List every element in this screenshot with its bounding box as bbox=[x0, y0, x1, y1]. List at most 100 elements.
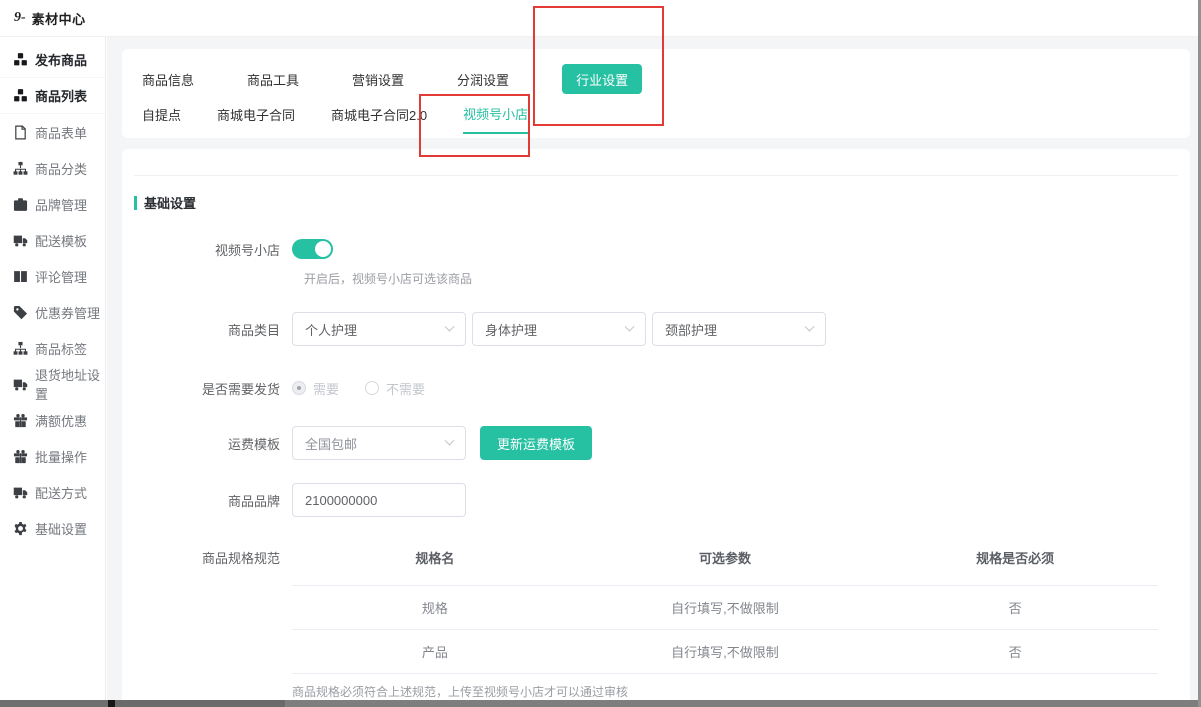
sidebar-item-label: 批量操作 bbox=[35, 447, 87, 466]
sidebar-item-full-discount[interactable]: 满额优惠 bbox=[0, 402, 105, 438]
brand-input[interactable] bbox=[292, 483, 466, 517]
basic-settings-form: 视频号小店 开启后，视频号小店可选该商品 商品类目 个人护理 身体护理 颈部护理 bbox=[122, 238, 1190, 700]
category-label: 商品类目 bbox=[122, 320, 292, 339]
tab-row-primary: 商品信息 商品工具 营销设置 分润设置 行业设置 bbox=[142, 63, 1190, 95]
video-shop-label: 视频号小店 bbox=[122, 240, 292, 259]
sidebar-item-delivery-template[interactable]: 配送模板 bbox=[0, 222, 105, 258]
sidebar-item-goods-list[interactable]: 商品列表 bbox=[0, 78, 105, 114]
boxes-icon bbox=[13, 88, 28, 103]
freight-select[interactable]: 全国包邮 bbox=[292, 426, 466, 460]
category-select-value: 身体护理 bbox=[485, 320, 537, 339]
spec-table-header-row: 规格名 可选参数 规格是否必须 bbox=[292, 540, 1158, 586]
sidebar-item-batch-operation[interactable]: 批量操作 bbox=[0, 438, 105, 474]
spec-cell: 否 bbox=[872, 630, 1158, 674]
truck-icon bbox=[13, 377, 28, 392]
app-logo-icon: 9- bbox=[14, 10, 26, 26]
category-select-level2[interactable]: 身体护理 bbox=[472, 312, 646, 346]
book-icon bbox=[13, 269, 28, 284]
sidebar-item-label: 商品表单 bbox=[35, 123, 87, 142]
section-accent-bar bbox=[134, 196, 137, 210]
tag-icon bbox=[13, 305, 28, 320]
category-select-level3[interactable]: 颈部护理 bbox=[652, 312, 826, 346]
freight-row: 运费模板 全国包邮 更新运费模板 bbox=[122, 426, 1190, 460]
app-title: 素材中心 bbox=[32, 9, 86, 28]
tab-goods-tools[interactable]: 商品工具 bbox=[247, 70, 299, 89]
sidebar-item-goods-tag[interactable]: 商品标签 bbox=[0, 330, 105, 366]
spec-table: 规格名 可选参数 规格是否必须 规格 自行填写,不做限制 否 bbox=[292, 540, 1158, 673]
update-freight-button[interactable]: 更新运费模板 bbox=[480, 426, 592, 460]
sidebar-item-label: 配送模板 bbox=[35, 231, 87, 250]
radio-need-no[interactable]: 不需要 bbox=[365, 379, 425, 398]
sidebar-item-basic-settings[interactable]: 基础设置 bbox=[0, 510, 105, 546]
sidebar-item-label: 商品标签 bbox=[35, 339, 87, 358]
top-header: 9- 素材中心 bbox=[0, 0, 1201, 37]
tab-video-shop[interactable]: 视频号小店 bbox=[463, 104, 528, 134]
sidebar-item-label: 商品列表 bbox=[35, 86, 87, 105]
sidebar-item-comment-manage[interactable]: 评论管理 bbox=[0, 258, 105, 294]
sidebar-item-label: 满额优惠 bbox=[35, 411, 87, 430]
spec-note: 商品规格必须符合上述规范，上传至视频号小店才可以通过审核 bbox=[292, 673, 1158, 700]
table-row: 产品 自行填写,不做限制 否 bbox=[292, 630, 1158, 674]
chevron-down-icon bbox=[625, 321, 635, 331]
radio-label: 不需要 bbox=[386, 379, 425, 398]
tab-pickup-point[interactable]: 自提点 bbox=[142, 105, 181, 133]
video-shop-help: 开启后，视频号小店可选该商品 bbox=[122, 270, 1190, 287]
spec-label: 商品规格规范 bbox=[122, 540, 292, 567]
settings-card: 基础设置 视频号小店 开启后，视频号小店可选该商品 商品类目 个人护理 身体护理 bbox=[122, 149, 1190, 700]
sidebar-item-label: 优惠券管理 bbox=[35, 303, 100, 322]
sidebar-item-label: 商品分类 bbox=[35, 159, 87, 178]
sidebar-item-publish-goods[interactable]: 发布商品 bbox=[0, 42, 105, 78]
table-row: 规格 自行填写,不做限制 否 bbox=[292, 586, 1158, 630]
tab-marketing-settings[interactable]: 营销设置 bbox=[352, 70, 404, 89]
spec-cell: 自行填写,不做限制 bbox=[578, 630, 872, 674]
sitemap-icon bbox=[13, 161, 28, 176]
file-icon bbox=[13, 125, 28, 140]
sidebar-item-brand-manage[interactable]: 品牌管理 bbox=[0, 186, 105, 222]
section-title-text: 基础设置 bbox=[144, 193, 196, 212]
sidebar-item-label: 配送方式 bbox=[35, 483, 87, 502]
spec-col-required: 规格是否必须 bbox=[872, 540, 1158, 586]
sidebar-item-delivery-method[interactable]: 配送方式 bbox=[0, 474, 105, 510]
section-title: 基础设置 bbox=[134, 193, 1190, 212]
freight-label: 运费模板 bbox=[122, 434, 292, 453]
spec-cell: 规格 bbox=[292, 586, 578, 630]
chevron-down-icon bbox=[445, 435, 455, 445]
sidebar-item-label: 退货地址设置 bbox=[35, 365, 105, 403]
tab-goods-info[interactable]: 商品信息 bbox=[142, 70, 194, 89]
sidebar-item-label: 品牌管理 bbox=[35, 195, 87, 214]
tab-row-secondary: 自提点 商城电子合同 商城电子合同2.0 视频号小店 bbox=[142, 103, 1190, 135]
category-row: 商品类目 个人护理 身体护理 颈部护理 bbox=[122, 312, 1190, 346]
sidebar-item-label: 基础设置 bbox=[35, 519, 87, 538]
radio-need-yes[interactable]: 需要 bbox=[292, 379, 339, 398]
category-select-value: 颈部护理 bbox=[665, 320, 717, 339]
sidebar-item-coupon-manage[interactable]: 优惠券管理 bbox=[0, 294, 105, 330]
sidebar-item-goods-form[interactable]: 商品表单 bbox=[0, 114, 105, 150]
tab-profit-settings[interactable]: 分润设置 bbox=[457, 70, 509, 89]
tab-mall-contract[interactable]: 商城电子合同 bbox=[217, 105, 295, 133]
sidebar: 发布商品 商品列表 商品表单 商品分类 品牌管理 配送模板 评论管理 优惠券管理… bbox=[0, 37, 106, 700]
brand-row: 商品品牌 bbox=[122, 483, 1190, 517]
video-shop-toggle[interactable] bbox=[292, 239, 333, 259]
window-bottom-edge bbox=[0, 700, 1201, 707]
spec-cell: 产品 bbox=[292, 630, 578, 674]
spec-cell: 自行填写,不做限制 bbox=[578, 586, 872, 630]
sitemap-icon bbox=[13, 341, 28, 356]
sidebar-item-label: 评论管理 bbox=[35, 267, 87, 286]
radio-label: 需要 bbox=[313, 379, 339, 398]
category-select-level1[interactable]: 个人护理 bbox=[292, 312, 466, 346]
tab-industry-settings[interactable]: 行业设置 bbox=[562, 64, 642, 94]
need-shipping-row: 是否需要发货 需要 不需要 bbox=[122, 378, 1190, 398]
gift-icon bbox=[13, 449, 28, 464]
sidebar-item-label: 发布商品 bbox=[35, 50, 87, 69]
truck-icon bbox=[13, 485, 28, 500]
tab-mall-contract-2[interactable]: 商城电子合同2.0 bbox=[331, 105, 427, 133]
card-divider bbox=[134, 149, 1178, 176]
briefcase-icon bbox=[13, 197, 28, 212]
main-area: 商品信息 商品工具 营销设置 分润设置 行业设置 自提点 商城电子合同 商城电子… bbox=[107, 37, 1198, 700]
sidebar-item-return-address[interactable]: 退货地址设置 bbox=[0, 366, 105, 402]
truck-icon bbox=[13, 233, 28, 248]
radio-checked-icon bbox=[292, 381, 306, 395]
gear-icon bbox=[13, 521, 28, 536]
freight-select-value: 全国包邮 bbox=[305, 434, 357, 453]
sidebar-item-goods-category[interactable]: 商品分类 bbox=[0, 150, 105, 186]
